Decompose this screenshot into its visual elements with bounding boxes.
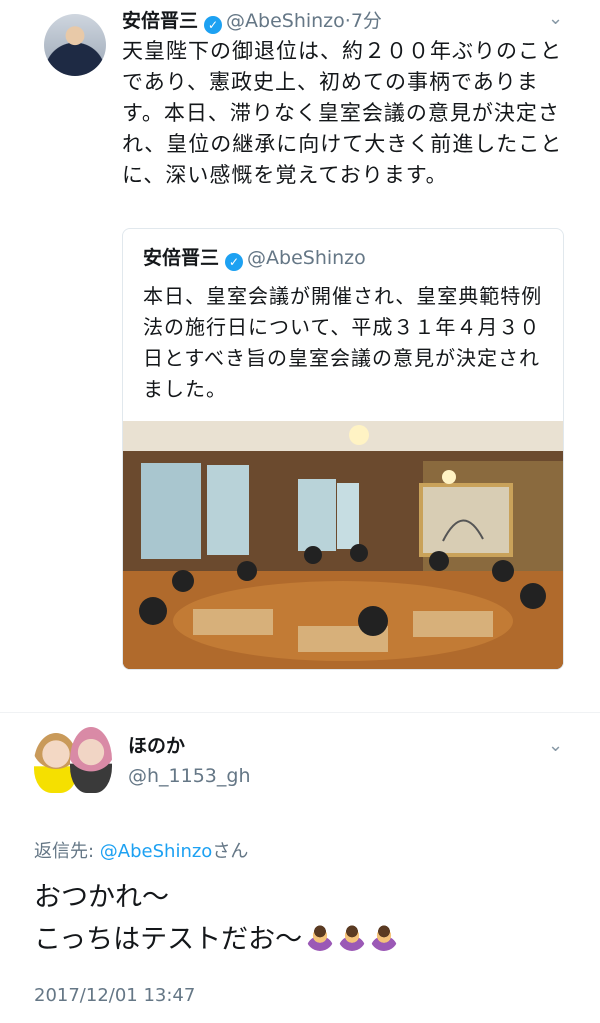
reply-text: おつかれ〜 こっちはテストだお〜 xyxy=(34,877,399,961)
quoted-tweet[interactable]: 安倍晋三 ✓ @AbeShinzo 本日、皇室会議が開催され、皇室典範特例法の施行日… xyxy=(122,228,564,670)
meeting-photo[interactable] xyxy=(123,421,563,669)
timestamp: 2017/12/01 13:47 xyxy=(34,985,196,1006)
reply-suffix: さん xyxy=(212,841,249,862)
reply-prefix: 返信先: xyxy=(34,841,100,862)
quoted-header: 安倍晋三 ✓ @AbeShinzo xyxy=(143,245,366,271)
display-name[interactable]: 安倍晋三 xyxy=(122,10,198,32)
reply-line-1: おつかれ〜 xyxy=(34,882,169,913)
chevron-down-icon[interactable]: ⌄ xyxy=(548,735,563,756)
avatar[interactable] xyxy=(34,727,112,793)
quoted-handle: @AbeShinzo xyxy=(247,247,366,269)
user-handle[interactable]: @h_1153_gh xyxy=(128,763,251,789)
raising-hand-emoji xyxy=(370,923,399,951)
verified-badge-icon: ✓ xyxy=(225,253,244,271)
tweet-reply: ほのか @h_1153_gh ⌄ 返信先: @AbeShinzoさん おつかれ〜… xyxy=(0,712,600,1023)
quoted-text: 本日、皇室会議が開催され、皇室典範特例法の施行日について、平成３１年４月３０日と… xyxy=(143,284,543,401)
quoted-display-name: 安倍晋三 xyxy=(143,247,220,269)
tweet-header: 安倍晋三 ✓ @AbeShinzo·7分 xyxy=(122,8,382,34)
display-name[interactable]: ほのか xyxy=(128,733,185,759)
raising-hand-emoji xyxy=(338,923,367,951)
tweet-text: 天皇陛下の御退位は、約２００年ぶりのことであり、憲政史上、初めての事柄であります… xyxy=(122,39,563,187)
chevron-down-icon[interactable]: ⌄ xyxy=(548,8,563,29)
reply-to-line: 返信先: @AbeShinzoさん xyxy=(34,839,248,865)
avatar-person-right xyxy=(70,727,112,793)
tweet-time: ·7分 xyxy=(344,10,382,32)
reply-line-2-text: こっちはテストだお〜 xyxy=(34,924,303,955)
raising-hand-emoji xyxy=(306,923,335,951)
tweet-main: 安倍晋三 ✓ @AbeShinzo·7分 ⌄ 天皇陛下の御退位は、約２００年ぶりのこ… xyxy=(0,0,600,690)
reply-mention-link[interactable]: @AbeShinzo xyxy=(100,841,213,862)
reply-line-2: こっちはテストだお〜 xyxy=(34,919,399,961)
user-handle[interactable]: @AbeShinzo xyxy=(226,10,345,32)
avatar[interactable] xyxy=(44,14,106,76)
verified-badge-icon: ✓ xyxy=(204,16,223,34)
